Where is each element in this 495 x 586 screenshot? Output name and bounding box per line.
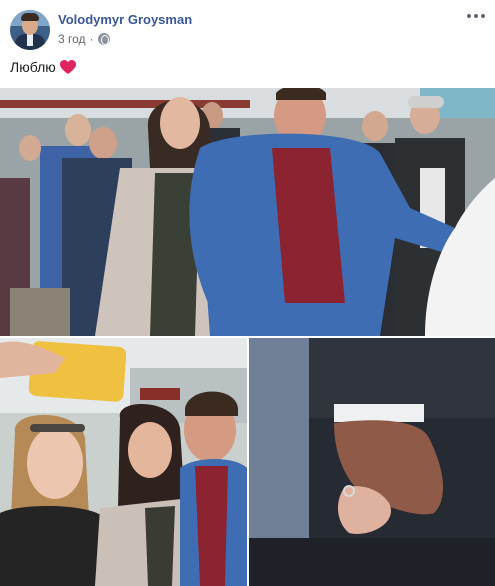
- post-header: Volodymyr Groysman 3 год ·: [0, 0, 495, 55]
- post-timestamp[interactable]: 3 год: [58, 32, 86, 46]
- post-message: Люблю: [10, 59, 56, 75]
- post-photo-main[interactable]: [0, 88, 495, 336]
- post-photo-hands[interactable]: [249, 338, 495, 586]
- heart-icon: [59, 59, 76, 75]
- globe-icon[interactable]: [97, 33, 110, 45]
- more-options-icon[interactable]: [465, 8, 487, 24]
- avatar[interactable]: [10, 10, 50, 50]
- author-name[interactable]: Volodymyr Groysman: [58, 12, 192, 27]
- post-photo-selfie[interactable]: [0, 338, 247, 586]
- post-meta: 3 год ·: [58, 32, 110, 46]
- meta-separator: ·: [89, 32, 94, 46]
- post-text: Люблю: [10, 59, 76, 75]
